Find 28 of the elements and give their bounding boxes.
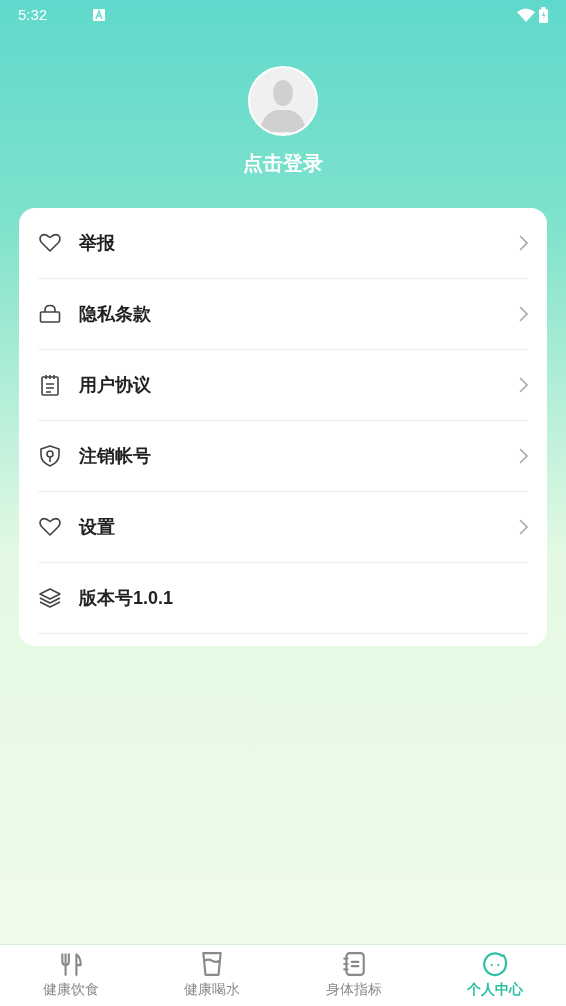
nav-tab[interactable]: 健康喝水 bbox=[141, 945, 283, 1006]
menu-item-label: 注销帐号 bbox=[79, 444, 152, 468]
menu-item[interactable]: 版本号1.0.1 bbox=[38, 563, 528, 634]
menu-item-label: 设置 bbox=[79, 515, 116, 539]
menu-item-label: 用户协议 bbox=[79, 373, 152, 397]
status-time: 5:32 bbox=[18, 4, 48, 25]
menu-item[interactable]: 设置 bbox=[38, 492, 528, 563]
layers-icon bbox=[38, 586, 62, 610]
menu-item-label: 举报 bbox=[79, 231, 116, 255]
notepad-icon bbox=[38, 373, 62, 397]
menu-item[interactable]: 注销帐号 bbox=[38, 421, 528, 492]
nav-tab[interactable]: 身体指标 bbox=[283, 945, 425, 1006]
menu-item-label: 版本号1.0.1 bbox=[79, 586, 175, 610]
notification-icon bbox=[93, 9, 106, 21]
heart-icon bbox=[38, 231, 62, 255]
battery-icon bbox=[539, 7, 548, 23]
smiley-face-icon bbox=[482, 951, 509, 977]
menu-item[interactable]: 用户协议 bbox=[38, 350, 528, 421]
wifi-icon bbox=[517, 8, 535, 22]
menu-item[interactable]: 举报 bbox=[38, 208, 528, 279]
lock-icon bbox=[38, 302, 62, 326]
shield-icon bbox=[38, 444, 62, 468]
nav-tab[interactable]: 健康饮食 bbox=[0, 945, 142, 1006]
menu-item-label: 隐私条款 bbox=[79, 302, 152, 326]
heart-icon bbox=[38, 515, 62, 539]
menu-item[interactable]: 隐私条款 bbox=[38, 279, 528, 350]
notebook-icon bbox=[340, 951, 367, 977]
avatar[interactable] bbox=[248, 66, 318, 136]
